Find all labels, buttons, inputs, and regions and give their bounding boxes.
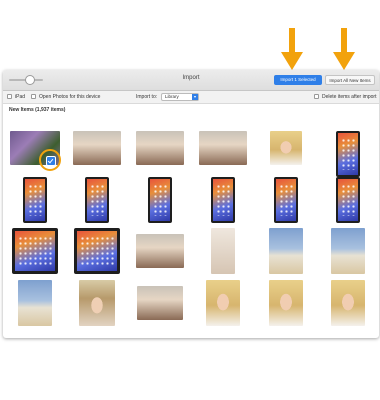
photo-thumbnail[interactable] [74, 228, 120, 274]
import-window: Import Import 1 Selected Import All New … [3, 70, 379, 338]
open-photos-checkbox[interactable] [31, 94, 36, 99]
import-to-value: Library [165, 94, 179, 99]
photo-thumbnail[interactable] [137, 286, 183, 320]
photo-thumbnail[interactable] [336, 177, 360, 223]
import-to-label: Import to: [136, 94, 158, 100]
photo-thumbnail[interactable] [270, 131, 302, 165]
device-checkbox[interactable] [7, 94, 12, 99]
photo-thumbnail[interactable] [206, 280, 240, 326]
open-photos-label: Open Photos for this device [39, 94, 101, 100]
photo-thumbnail[interactable] [269, 280, 303, 326]
zoom-slider-thumb[interactable] [25, 75, 35, 85]
photo-thumbnail[interactable] [136, 131, 184, 165]
photo-thumbnail[interactable] [148, 177, 172, 223]
photo-thumbnail[interactable] [331, 228, 365, 274]
annotation-arrow-down-icon [333, 28, 355, 70]
photo-thumbnail[interactable] [336, 131, 360, 177]
photo-thumbnail[interactable] [85, 177, 109, 223]
photo-thumbnail[interactable] [199, 131, 247, 165]
photo-thumbnail[interactable] [23, 177, 47, 223]
window-title: Import [182, 75, 200, 81]
photo-thumbnail[interactable] [136, 234, 184, 268]
photo-thumbnail[interactable] [269, 228, 303, 274]
annotation-arrow-down-icon [281, 28, 303, 70]
annotation-highlight-circle [39, 149, 61, 171]
import-selected-button[interactable]: Import 1 Selected [274, 75, 322, 85]
photo-thumbnail[interactable] [211, 177, 235, 223]
section-header: New Items (1,937 items) [9, 107, 66, 113]
photo-thumbnail[interactable] [18, 280, 52, 326]
photo-thumbnail[interactable] [73, 131, 121, 165]
photo-thumbnail[interactable] [12, 228, 58, 274]
photo-thumbnail[interactable] [331, 280, 365, 326]
import-to-select[interactable]: Library ▾ [161, 93, 199, 101]
device-name: iPad [15, 94, 26, 100]
delete-after-import-checkbox[interactable] [314, 94, 319, 99]
photo-thumbnail[interactable] [274, 177, 298, 223]
toolbar: Import Import 1 Selected Import All New … [3, 70, 379, 91]
chevron-down-icon: ▾ [192, 94, 198, 100]
photo-thumbnail[interactable] [79, 280, 115, 326]
import-all-new-items-button[interactable]: Import All New Items [325, 75, 375, 85]
delete-after-import-label: Delete items after import [322, 94, 377, 100]
import-options-bar: iPad Open Photos for this device Import … [3, 91, 379, 104]
photo-thumbnail[interactable] [211, 228, 235, 274]
